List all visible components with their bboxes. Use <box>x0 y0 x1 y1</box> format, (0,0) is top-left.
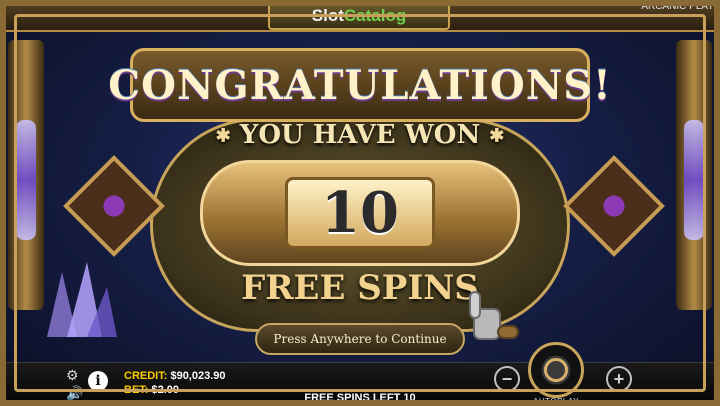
brand-left: Slot <box>311 6 344 25</box>
free-spins-label: FREE SPINS <box>241 268 479 308</box>
credit-label: CREDIT: <box>124 370 168 382</box>
info-icon[interactable]: i <box>88 371 108 391</box>
spins-capsule: 10 <box>200 160 520 266</box>
you-have-won-text: YOU HAVE WON <box>239 120 481 150</box>
star-left-icon: ✱ <box>215 125 231 147</box>
continue-label: Press Anywhere to Continue <box>273 332 447 346</box>
right-ornament <box>563 155 665 257</box>
congratulations-banner: CONGRATULATIONS! <box>108 48 611 122</box>
brand-logo: Slot Catalog <box>268 2 450 30</box>
top-bar: Slot Catalog ARCANIC PLAY <box>0 0 720 32</box>
plus-label: + <box>613 368 625 389</box>
minus-label: − <box>501 368 513 389</box>
game-name: ARCANIC PLAY <box>641 1 714 12</box>
free-spins-count: 10 <box>321 180 399 246</box>
decrease-bet-button[interactable]: − <box>494 366 520 392</box>
credit-value: $90,023.90 <box>170 370 226 382</box>
info-label: i <box>95 373 101 389</box>
autoplay-button[interactable] <box>528 342 584 398</box>
game-screen[interactable]: Slot Catalog ARCANIC PLAY CONGRATULATIONS… <box>0 0 720 406</box>
gear-icon[interactable]: ⚙ <box>66 367 79 384</box>
continue-button[interactable]: Press Anywhere to Continue <box>255 323 465 355</box>
autoplay-label: AUTOPLAY <box>533 397 579 406</box>
wheel-icon <box>544 358 568 382</box>
free-spins-left: FREE SPINS LEFT 10 <box>304 392 416 404</box>
spins-window: 10 <box>285 177 435 249</box>
star-right-icon: ✱ <box>489 125 505 147</box>
congratulations-title: CONGRATULATIONS! <box>108 61 612 109</box>
mechanical-hand-icon <box>469 291 519 340</box>
brand-right: Catalog <box>343 6 407 25</box>
increase-bet-button[interactable]: + <box>606 366 632 392</box>
credit-display: CREDIT: $90,023.90 <box>124 370 226 382</box>
you-have-won: ✱ YOU HAVE WON ✱ <box>0 120 720 150</box>
left-ornament <box>63 155 165 257</box>
